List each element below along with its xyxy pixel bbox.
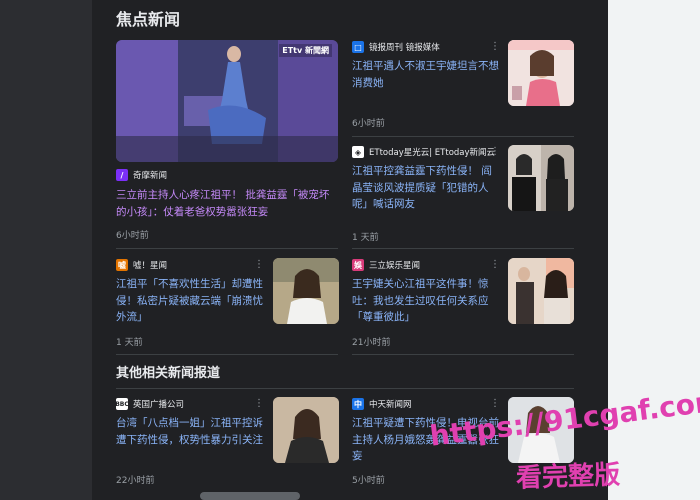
story-5-photo [508, 258, 574, 324]
story-1-image[interactable]: ETtv 新聞網 [116, 40, 338, 162]
story-7-source-row: 中 中天新闻网 [352, 397, 412, 411]
story-1-time: 6小时前 [116, 231, 149, 241]
divider [352, 248, 574, 249]
story-4-headline[interactable]: 江祖平「不喜欢性生活」却遭性侵！私密片疑被藏云端「崩溃忧外流」 [116, 276, 268, 326]
story-3-headline[interactable]: 江祖平控龚益霆下药性侵！ 阎晶莹谈风波提质疑「犯错的人呢」喊话网友 [352, 163, 500, 213]
story-1-source-row: / 奇摩新闻 [116, 168, 167, 182]
divider [352, 136, 574, 137]
story-1-headline[interactable]: 三立前主持人心疼江祖平！ 批龚益霆「被宠坏的小孩」：仗着老爸权势嚣张狂妄 [116, 187, 338, 220]
other-coverage-title: 其他相关新闻报道 [116, 366, 221, 381]
story-6-source-row: BBC 英国广播公司 [115, 397, 185, 411]
story-4-image[interactable] [273, 258, 339, 324]
story-6-headline[interactable]: 台湾「八点档一姐」江祖平控诉遭下药性侵，权势性暴力引关注 [116, 415, 268, 448]
left-background [0, 0, 92, 500]
news-source-icon: 中 [352, 398, 364, 410]
story-4-time: 1 天前 [116, 338, 143, 348]
divider [116, 248, 338, 249]
news-source-icon: □ [352, 41, 364, 53]
story-card-6[interactable]: BBC 英国广播公司 ⋮ 台湾「八点档一姐」江祖平控诉遭下药性侵，权势性暴力引关… [115, 397, 339, 489]
story-1-image-badge: ETtv 新聞網 [279, 44, 332, 57]
story-3-image[interactable] [508, 145, 574, 211]
watermark-text: 看完整版 [515, 460, 621, 494]
divider [352, 354, 574, 355]
story-2-time: 6小时前 [352, 119, 385, 129]
more-options-icon[interactable]: ⋮ [254, 399, 264, 409]
more-options-icon[interactable]: ⋮ [490, 42, 500, 52]
story-card-4[interactable]: 噓 噓！星闻 ⋮ 江祖平「不喜欢性生活」却遭性侵！私密片疑被藏云端「崩溃忧外流」… [116, 258, 339, 350]
more-options-icon[interactable]: ⋮ [254, 260, 264, 270]
story-1-source: 奇摩新闻 [133, 171, 168, 181]
story-2-headline[interactable]: 江祖平遇人不淑王宇婕坦言不想消费她 [352, 58, 500, 91]
story-3-photo [508, 145, 574, 211]
scrollbar[interactable] [200, 492, 300, 500]
story-card-3[interactable]: ◈ ETtoday星光云| ETtoday新闻云 ⋮ 江祖平控龚益霆下药性侵！ … [352, 145, 574, 245]
more-options-icon[interactable]: ⋮ [490, 147, 500, 157]
story-3-time: 1 天前 [352, 233, 379, 243]
news-source-icon: / [116, 169, 128, 181]
story-7-time: 5小时前 [352, 476, 385, 486]
story-3-source-row: ◈ ETtoday星光云| ETtoday新闻云 [352, 145, 495, 159]
story-3-source: ETtoday星光云| ETtoday新闻云 [369, 148, 496, 158]
news-source-icon: BBC [115, 398, 129, 410]
story-2-source: 镜报周刊 镜报媒体 [369, 43, 440, 53]
story-6-source: 英国广播公司 [133, 400, 185, 410]
top-stories-title: 焦点新闻 [116, 10, 181, 29]
story-4-source-row: 噓 噓！星闻 [116, 258, 167, 272]
story-4-photo [273, 258, 339, 324]
story-5-source: 三立娱乐星闻 [369, 261, 421, 271]
story-5-headline[interactable]: 王宇婕关心江祖平这件事！惊吐：我也发生过叹任何关系应「尊重彼此」 [352, 276, 500, 326]
story-5-image[interactable] [508, 258, 574, 324]
news-source-icon: 噓 [116, 259, 128, 271]
story-7-source: 中天新闻网 [369, 400, 412, 410]
divider [116, 354, 338, 355]
watermark: https://91cgaf.com 看完整版 [420, 384, 700, 500]
story-card-2[interactable]: □ 镜报周刊 镜报媒体 ⋮ 江祖平遇人不淑王宇婕坦言不想消费她 6小时前 [352, 40, 574, 134]
story-6-image[interactable] [273, 397, 339, 463]
story-5-source-row: 娛 三立娱乐星闻 [352, 258, 420, 272]
watermark-url: https://91cgaf.com [428, 383, 700, 453]
story-1-photo [116, 40, 338, 162]
story-2-image[interactable] [508, 40, 574, 106]
more-options-icon[interactable]: ⋮ [490, 260, 500, 270]
news-source-icon: 娛 [352, 259, 364, 271]
story-2-source-row: □ 镜报周刊 镜报媒体 [352, 40, 440, 54]
story-card-1[interactable]: ETtv 新聞網 / 奇摩新闻 三立前主持人心疼江祖平！ 批龚益霆「被宠坏的小孩… [116, 40, 338, 250]
news-source-icon: ◈ [352, 146, 364, 158]
story-6-photo [273, 397, 339, 463]
divider [116, 388, 574, 389]
story-card-5[interactable]: 娛 三立娱乐星闻 ⋮ 王宇婕关心江祖平这件事！惊吐：我也发生过叹任何关系应「尊重… [352, 258, 574, 350]
story-4-source: 噓！星闻 [133, 261, 168, 271]
story-5-time: 21小时前 [352, 338, 391, 348]
story-6-time: 22小时前 [116, 476, 155, 486]
story-2-photo [508, 40, 574, 106]
